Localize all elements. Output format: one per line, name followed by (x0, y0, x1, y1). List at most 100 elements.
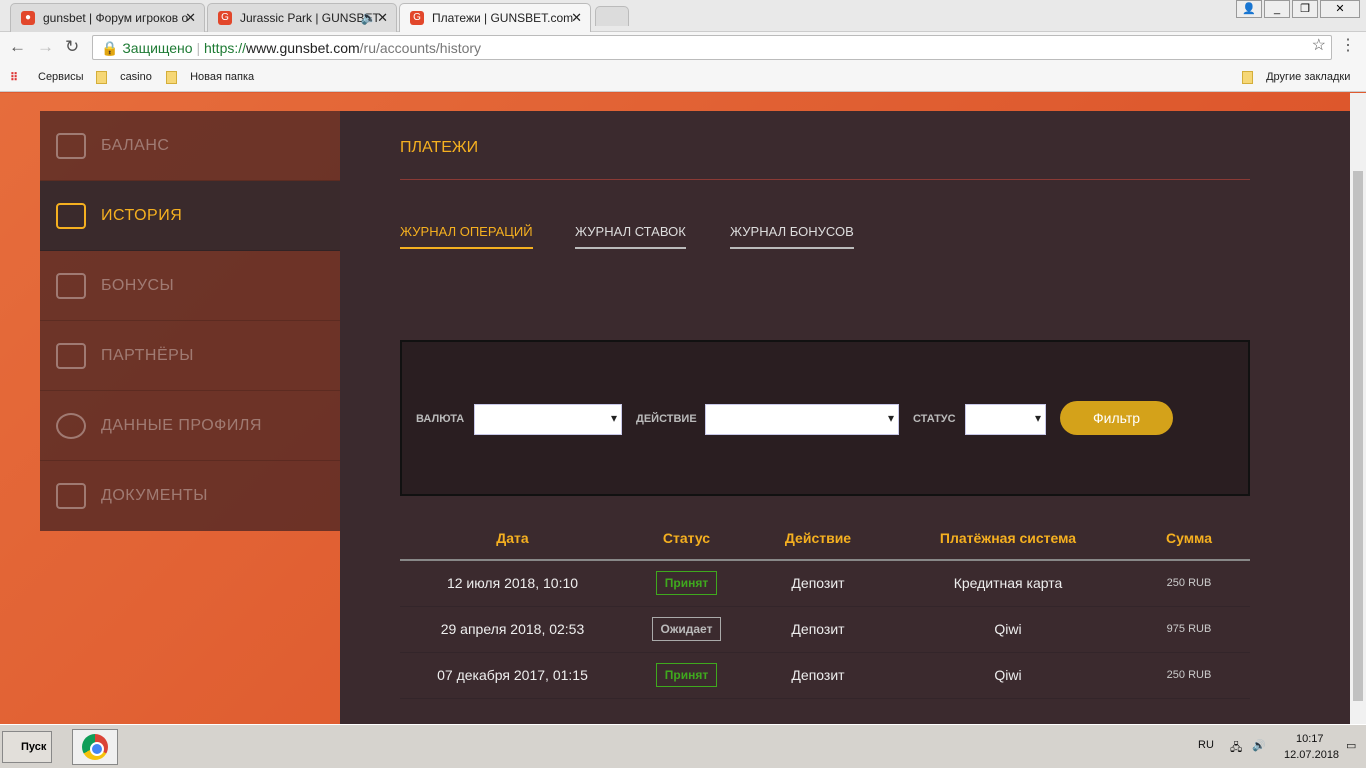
browser-tab-active[interactable]: G Платежи | GUNSBET.com ✕ (399, 3, 591, 32)
currency-select[interactable] (474, 404, 622, 435)
language-indicator[interactable]: RU (1198, 739, 1214, 751)
reload-button[interactable]: ↻ (65, 37, 79, 57)
column-header-date: Дата (400, 516, 625, 561)
column-header-amount: Сумма (1128, 516, 1250, 561)
action-select[interactable] (705, 404, 899, 435)
close-icon[interactable]: ✕ (185, 10, 196, 26)
bookmark-services[interactable]: Сервисы (38, 71, 84, 83)
sidebar-item-history[interactable]: ИСТОРИЯ (40, 181, 340, 251)
sidebar-item-label: БОНУСЫ (101, 276, 175, 294)
bookmark-new-folder[interactable]: Новая папка (166, 71, 254, 84)
payments-panel: ПЛАТЕЖИ ЖУРНАЛ ОПЕРАЦИЙ ЖУРНАЛ СТАВОК ЖУ… (340, 111, 1350, 724)
id-card-icon (56, 483, 86, 509)
status-cell: Ожидает (625, 606, 748, 653)
chrome-taskbar-button[interactable] (72, 729, 118, 765)
sidebar-item-bonuses[interactable]: БОНУСЫ (40, 251, 340, 321)
new-tab-button[interactable] (595, 6, 629, 26)
status-badge: Принят (655, 663, 718, 687)
close-window-button[interactable]: ✕ (1320, 0, 1360, 18)
scrollbar[interactable] (1350, 93, 1366, 724)
user-icon[interactable]: 👤 (1236, 0, 1262, 18)
amount-cell: 250 RUB (1128, 652, 1250, 699)
page-title: ПЛАТЕЖИ (400, 139, 479, 156)
user-icon (56, 412, 86, 439)
status-label: СТАТУС (913, 413, 956, 425)
action-cell: Депозит (748, 652, 888, 699)
status-cell: Принят (625, 652, 748, 699)
other-bookmarks[interactable]: Другие закладки (1242, 71, 1350, 84)
calendar-clock-icon (56, 202, 86, 229)
table-header-row: Дата Статус Действие Платёжная система С… (400, 516, 1250, 561)
tab-bonuses-log[interactable]: ЖУРНАЛ БОНУСОВ (730, 224, 854, 249)
date-cell: 07 декабря 2017, 01:15 (400, 652, 625, 699)
url-input[interactable]: 🔒 Защищено | https://www.gunsbet.com/ru/… (92, 35, 1332, 60)
gunsbet-favicon-icon: G (410, 11, 424, 25)
sidebar-item-label: ДАННЫЕ ПРОФИЛЯ (101, 416, 262, 434)
payment-system-cell: Кредитная карта (888, 560, 1128, 607)
volume-icon[interactable]: 🔊 (1252, 739, 1266, 752)
bookmark-star-icon[interactable]: ☆ (1312, 35, 1326, 55)
action-label: ДЕЙСТВИЕ (636, 413, 697, 425)
start-button[interactable]: Пуск (2, 731, 52, 763)
bookmarks-bar: ⠿ Сервисы casino Новая папка Другие закл… (0, 62, 1366, 92)
scrollbar-thumb[interactable] (1353, 171, 1363, 701)
tab-operations-log[interactable]: ЖУРНАЛ ОПЕРАЦИЙ (400, 224, 533, 249)
account-sidebar: БАЛАНС ИСТОРИЯ БОНУСЫ ПАРТНЁРЫ ДАННЫЕ ПР… (40, 111, 340, 531)
payment-system-cell: Qiwi (888, 652, 1128, 699)
tab-title: Jurassic Park | GUNSBET (240, 11, 380, 25)
show-desktop-icon[interactable]: ▭ (1346, 739, 1356, 752)
close-icon[interactable]: 🔈✕ (361, 10, 388, 26)
back-button[interactable]: ← (9, 37, 26, 57)
column-header-action: Действие (748, 516, 888, 561)
status-select[interactable] (965, 404, 1046, 435)
apps-icon[interactable]: ⠿ (10, 71, 18, 84)
amount-cell: 250 RUB (1128, 560, 1250, 607)
folder-icon (1242, 71, 1253, 84)
url-scheme: https:// (204, 40, 247, 56)
sidebar-item-label: ДОКУМЕНТЫ (101, 487, 208, 504)
gunsbet-forum-favicon-icon: ● (21, 11, 35, 25)
status-badge: Принят (655, 571, 718, 596)
close-icon[interactable]: ✕ (571, 10, 582, 26)
start-label: Пуск (21, 741, 47, 753)
browser-tab[interactable]: G Jurassic Park | GUNSBET 🔈✕ (207, 3, 397, 32)
divider (400, 179, 1250, 180)
folder-icon (166, 71, 177, 84)
currency-label: ВАЛЮТА (416, 413, 465, 425)
sidebar-item-label: ИСТОРИЯ (101, 206, 183, 224)
network-icon[interactable]: 🖧 (1230, 739, 1242, 758)
minimize-button[interactable]: _ (1264, 0, 1290, 18)
tab-title: gunsbet | Форум игроков о (43, 11, 189, 25)
sidebar-item-partners[interactable]: ПАРТНЁРЫ (40, 321, 340, 391)
tab-bets-log[interactable]: ЖУРНАЛ СТАВОК (575, 224, 686, 249)
browser-tab[interactable]: ● gunsbet | Форум игроков о ✕ (10, 3, 205, 32)
clock-time[interactable]: 10:17 (1296, 733, 1324, 745)
bookmark-casino[interactable]: casino (96, 71, 152, 84)
wallet-icon (56, 132, 86, 159)
address-bar-row: ← → ↻ 🔒 Защищено | https://www.gunsbet.c… (0, 32, 1366, 62)
sidebar-item-balance[interactable]: БАЛАНС (40, 111, 340, 181)
column-header-status: Статус (625, 516, 748, 561)
status-badge: Ожидает (651, 617, 722, 641)
table-row: 29 апреля 2018, 02:53 Ожидает Депозит Qi… (400, 606, 1250, 653)
sidebar-item-label: ПАРТНЁРЫ (101, 346, 194, 364)
gift-icon (56, 272, 86, 299)
clock-date[interactable]: 12.07.2018 (1284, 749, 1339, 761)
sidebar-item-documents[interactable]: ДОКУМЕНТЫ (40, 461, 340, 531)
secure-label: Защищено (122, 40, 193, 56)
sidebar-item-label: БАЛАНС (101, 136, 170, 154)
forward-button[interactable]: → (37, 37, 54, 57)
date-cell: 29 апреля 2018, 02:53 (400, 606, 625, 653)
status-cell: Принят (625, 560, 748, 607)
sidebar-item-profile[interactable]: ДАННЫЕ ПРОФИЛЯ (40, 391, 340, 461)
gunsbet-favicon-icon: G (218, 11, 232, 25)
amount-cell: 975 RUB (1128, 606, 1250, 653)
filter-button[interactable]: Фильтр (1060, 401, 1173, 435)
restore-button[interactable]: ❐ (1292, 0, 1318, 18)
tab-title: Платежи | GUNSBET.com (432, 11, 574, 25)
payment-system-cell: Qiwi (888, 606, 1128, 653)
column-header-payment-system: Платёжная система (888, 516, 1128, 561)
menu-icon[interactable]: ⋮ (1340, 35, 1356, 55)
url-path: /ru/accounts/history (359, 40, 482, 56)
chrome-icon (82, 734, 108, 760)
